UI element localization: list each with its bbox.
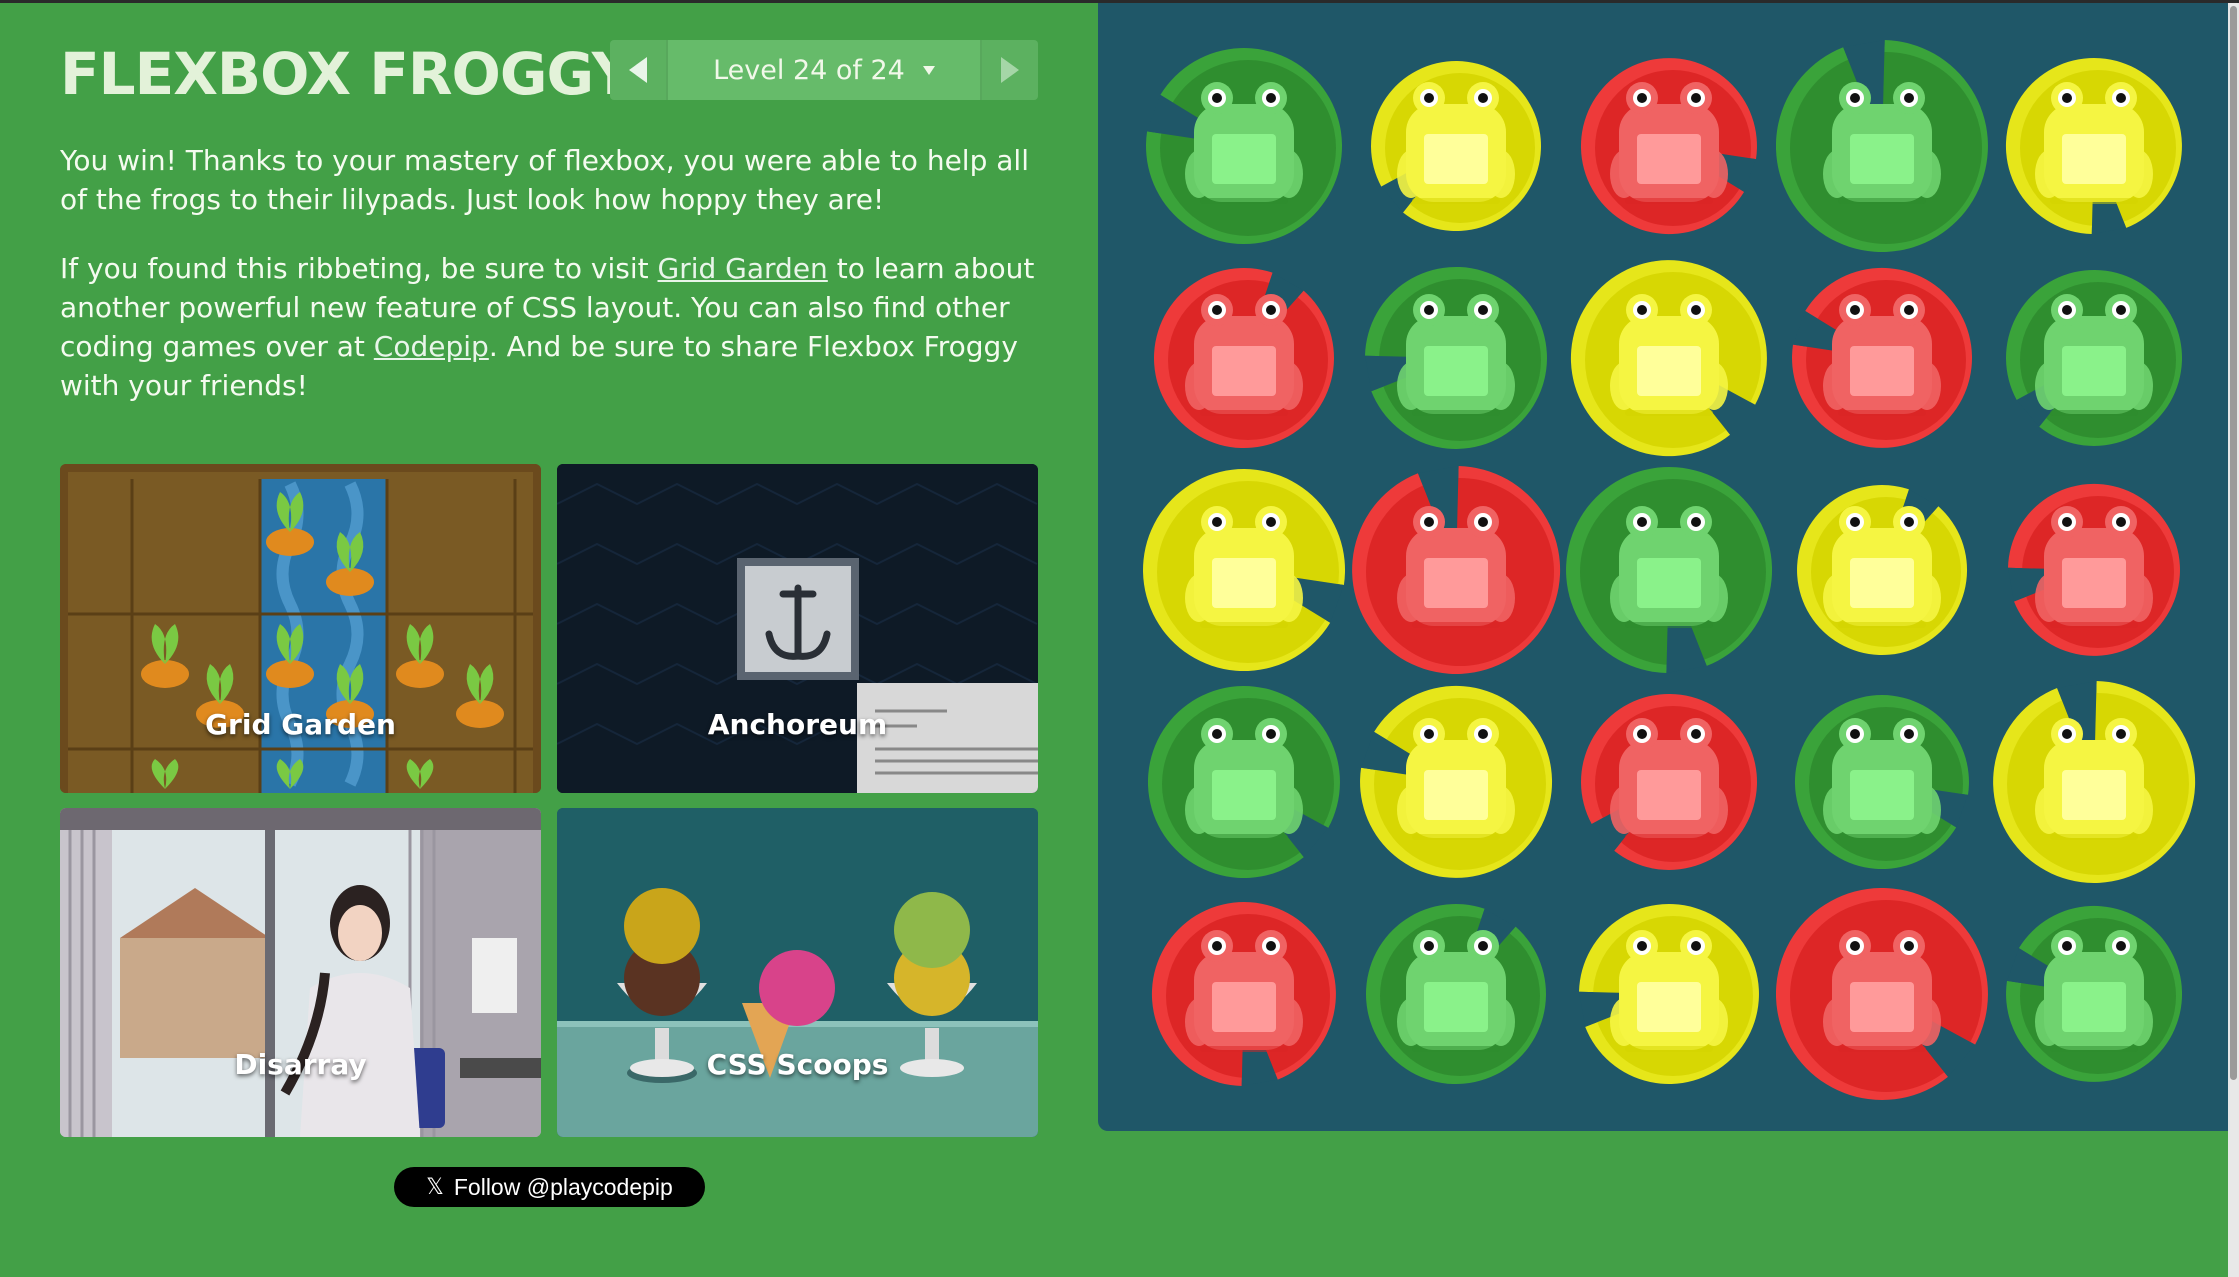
frog-green-r5-c2 [1350,888,1562,1100]
frog-red-r5-c4 [1776,888,1988,1100]
caret-down-icon [922,65,935,75]
game-label-anchoreum: Anchoreum [707,708,888,741]
lilypad-frog-icon [1580,58,1757,235]
lilypad-frog-icon [1776,888,1988,1100]
lilypad-frog-icon [1371,61,1542,232]
lilypad-frog-icon [1776,40,1988,252]
lilypad-frog-icon [1566,467,1773,673]
frog-yellow-r2-c3 [1563,252,1775,464]
lilypad-frog-icon [1365,904,1546,1085]
promo-text-1: If you found this ribbeting, be sure to … [60,252,658,285]
lilypad-frog-icon [1146,48,1343,245]
frog-red-r2-c4 [1776,252,1988,464]
frog-yellow-r5-c3 [1563,888,1775,1100]
css-scoops-artwork [557,808,1038,1137]
lilypad-frog-icon [1360,685,1553,878]
pond-board [1098,3,2228,1131]
lilypad-frog-icon [1797,485,1968,656]
lilypad-frog-icon [1579,903,1759,1084]
lilypad-frog-icon [2006,269,2183,446]
lilypad-frog-icon [2006,905,2183,1082]
level-navigation: Level 24 of 24 [610,40,1038,100]
game-tile-anchoreum[interactable]: Anchoreum [557,464,1038,793]
scrollbar-thumb[interactable] [2230,6,2237,1080]
frog-red-r3-c5 [1988,464,2200,676]
frog-yellow-r4-c2 [1350,676,1562,888]
frog-green-r2-c2 [1350,252,1562,464]
frog-red-r1-c3 [1563,40,1775,252]
frog-green-r4-c1 [1138,676,1350,888]
frog-yellow-r3-c4 [1776,464,1988,676]
frog-green-r1-c1 [1138,40,1350,252]
lilypad-frog-icon [2008,483,2180,656]
frog-yellow-r4-c5 [1988,676,2200,888]
game-label-disarray: Disarray [234,1048,367,1081]
lilypad-frog-icon [1570,260,1767,457]
frog-green-r4-c4 [1776,676,1988,888]
frog-red-r5-c1 [1138,888,1350,1100]
follow-label: Follow @playcodepip [453,1173,673,1200]
level-text: Level 24 of 24 [713,54,905,86]
lilypad-frog-icon [1581,693,1758,870]
frog-red-r4-c3 [1563,676,1775,888]
lilypad-frog-icon [1151,902,1336,1086]
lilypad-frog-icon [1352,466,1561,674]
codepip-link[interactable]: Codepip [374,330,489,363]
frog-red-r2-c1 [1138,252,1350,464]
lilypad-frog-icon [1147,686,1340,879]
frog-yellow-r1-c5 [1988,40,2200,252]
game-tile-css-scoops[interactable]: CSS Scoops [557,808,1038,1137]
next-level-button[interactable] [982,40,1038,100]
grid-garden-link[interactable]: Grid Garden [658,252,828,285]
x-logo-icon: 𝕏 [426,1174,444,1200]
lilypad-frog-icon [1143,469,1346,672]
game-label-grid-garden: Grid Garden [205,708,396,741]
frog-yellow-r1-c2 [1350,40,1562,252]
promo-message: If you found this ribbeting, be sure to … [60,249,1060,405]
arrow-right-icon [1001,57,1019,83]
lilypad-frog-icon [2005,58,2182,234]
win-message: You win! Thanks to your mastery of flexb… [60,144,1029,216]
page-title: FLEXBOX FROGGY [60,40,634,108]
follow-button[interactable]: 𝕏 Follow @playcodepip [394,1167,705,1207]
game-tile-disarray[interactable]: Disarray [60,808,541,1137]
frog-green-r5-c5 [1988,888,2200,1100]
lilypad-frog-icon [1153,268,1334,449]
instructions-panel: FLEXBOX FROGGY Level 24 of 24 You win! T… [0,0,1098,1277]
frog-green-r2-c5 [1988,252,2200,464]
frog-yellow-r3-c1 [1138,464,1350,676]
grid-garden-artwork [60,464,541,793]
frog-green-r1-c4 [1776,40,1988,252]
game-tile-grid-garden[interactable]: Grid Garden [60,464,541,793]
level-selector[interactable]: Level 24 of 24 [666,40,982,100]
disarray-artwork [60,808,541,1137]
lilypad-frog-icon [1792,267,1973,448]
frog-green-r3-c3 [1563,464,1775,676]
lilypad-frog-icon [1365,266,1547,449]
lilypad-frog-icon [1794,695,1969,870]
lilypad-frog-icon [1993,681,2196,883]
game-label-css-scoops: CSS Scoops [706,1048,889,1081]
frog-red-r3-c2 [1350,464,1562,676]
anchoreum-artwork [557,464,1038,793]
arrow-left-icon [629,57,647,83]
previous-level-button[interactable] [610,40,666,100]
